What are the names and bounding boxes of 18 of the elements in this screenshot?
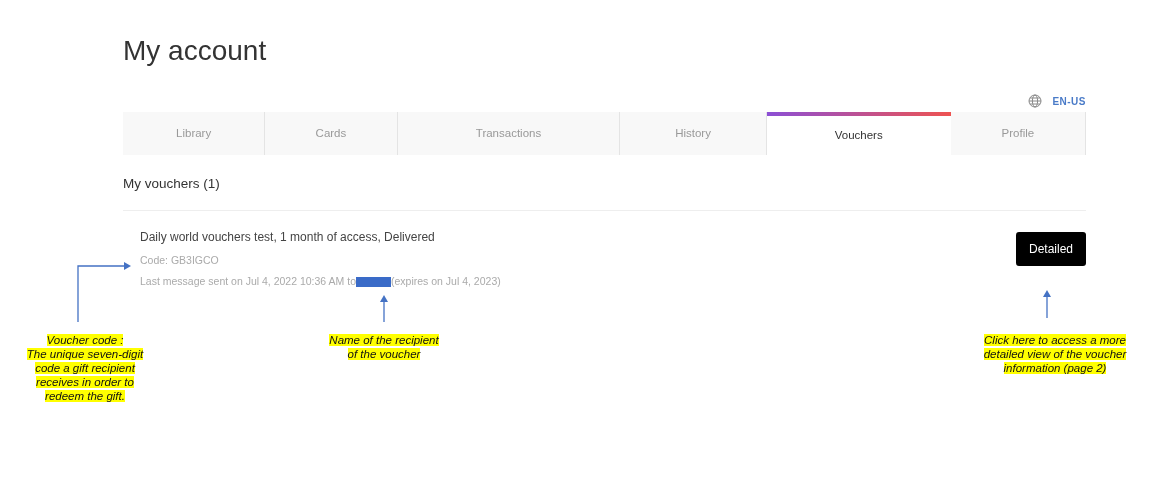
tab[interactable]: Library	[123, 112, 266, 155]
tab[interactable]: Profile	[950, 112, 1086, 155]
annotation-arrow	[77, 262, 131, 323]
tab[interactable]: Cards	[265, 112, 398, 155]
annotation-arrow	[380, 295, 388, 323]
voucher-code: Code: GB3IGCO	[140, 253, 220, 268]
section-title: My vouchers (1)	[123, 175, 221, 190]
voucher-title: Daily world vouchers test, 1 month of access, Delivered	[140, 229, 436, 246]
annotation-arrow	[1043, 290, 1051, 319]
message-text: Last message sent on Jul 4, 2022 10:36 AM to	[140, 273, 356, 289]
tab[interactable]: Transactions	[397, 112, 621, 155]
detailed-button[interactable]: Detailed	[1015, 232, 1086, 266]
expiry-text: (expires on Jul 4, 2023)	[391, 273, 501, 289]
globe-icon[interactable]	[1028, 94, 1043, 108]
tab[interactable]: History	[620, 112, 767, 155]
tab[interactable]: Vouchers	[766, 112, 951, 156]
language-selector[interactable]: EN-US	[1052, 93, 1086, 109]
page-title: My account	[123, 34, 268, 68]
